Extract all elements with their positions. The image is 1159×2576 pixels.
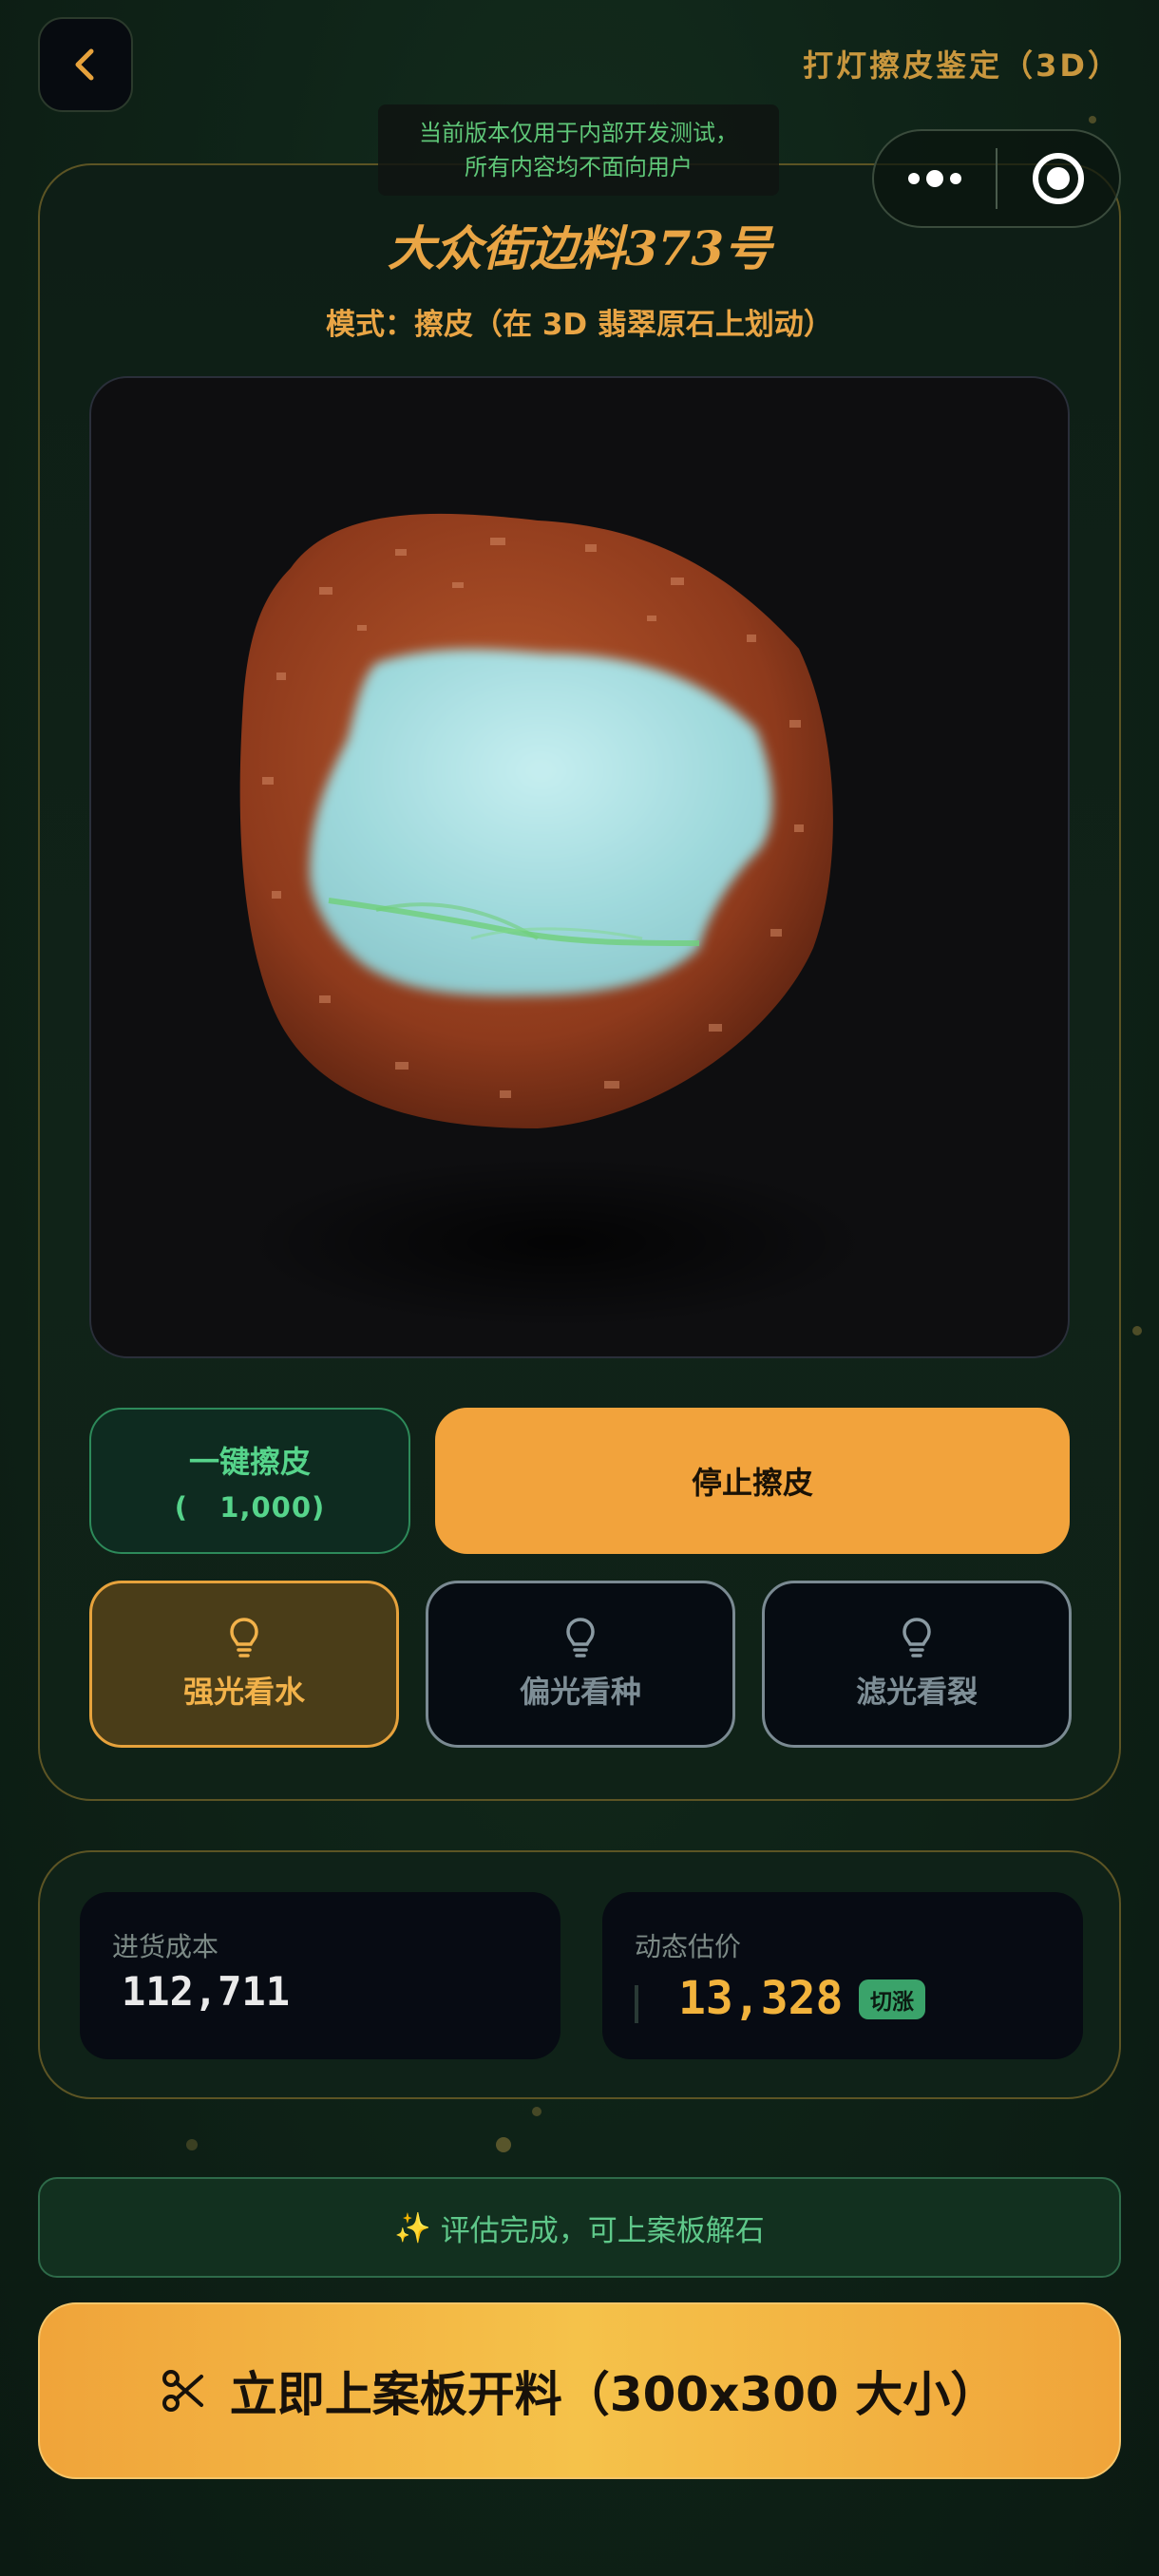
estimate-marker: [635, 1985, 638, 2023]
one-click-scrape-button[interactable]: 一键擦皮 ( 1,000): [89, 1408, 410, 1554]
stone-3d-viewport[interactable]: [89, 376, 1070, 1358]
cut-stone-button[interactable]: 立即上案板开料（300x300 大小）: [38, 2302, 1121, 2479]
ambient-dot: [1132, 1326, 1142, 1335]
dynamic-estimate-label: 动态估价: [635, 1931, 742, 1962]
sparkle-icon: ✨: [394, 2210, 431, 2245]
polarized-light-button[interactable]: 偏光看种: [426, 1581, 735, 1748]
ambient-dot: [496, 2137, 511, 2152]
chevron-left-icon: [75, 48, 94, 81]
stone-shadow: [243, 1157, 870, 1328]
ambient-dot: [1089, 116, 1096, 123]
status-message: 评估完成，可上案板解石: [440, 2213, 765, 2248]
polarized-light-label: 偏光看种: [519, 1674, 641, 1710]
cut-stone-label: 立即上案板开料（300x300 大小）: [229, 2367, 998, 2422]
purchase-cost-panel: 进货成本 112,711: [80, 1892, 560, 2059]
purchase-cost-label: 进货成本: [112, 1931, 219, 1962]
mode-description: 模式：擦皮（在 3D 翡翠原石上划动）: [326, 308, 833, 342]
bulb-icon: [230, 1618, 258, 1657]
purchase-cost-value: 112,711: [122, 1968, 291, 2015]
more-icon: [908, 170, 961, 187]
filter-light-button[interactable]: 滤光看裂: [762, 1581, 1072, 1748]
dev-notice-line-2: 所有内容均不面向用户: [465, 154, 693, 180]
dynamic-estimate-panel: 动态估价 13,328 切涨: [602, 1892, 1083, 2059]
dev-notice-line-1: 当前版本仅用于内部开发测试，: [419, 120, 738, 146]
one-click-scrape-label: 一键擦皮: [188, 1444, 311, 1480]
back-button[interactable]: [38, 17, 133, 112]
page-title: 打灯擦皮鉴定（3D）: [803, 47, 1121, 84]
bulb-icon: [902, 1618, 931, 1657]
ambient-dot: [186, 2139, 198, 2150]
filter-light-label: 滤光看裂: [855, 1674, 978, 1710]
jade-stone-render[interactable]: [91, 378, 1070, 1358]
scissors-icon: [162, 2369, 205, 2413]
stop-scrape-label: 停止擦皮: [691, 1465, 813, 1501]
ambient-dot: [532, 2107, 542, 2116]
stone-title: 大众街边料373号: [387, 220, 772, 276]
bulb-icon: [566, 1618, 595, 1657]
status-message-bar: ✨ 评估完成，可上案板解石: [38, 2177, 1121, 2278]
target-icon: [1032, 153, 1084, 204]
dynamic-estimate-value: 13,328: [678, 1972, 844, 2025]
estimate-status-badge: 切涨: [859, 1979, 925, 2019]
one-click-scrape-cost: ( 1,000): [174, 1491, 326, 1524]
dev-notice: 当前版本仅用于内部开发测试， 所有内容均不面向用户: [378, 104, 779, 196]
strong-light-button[interactable]: 强光看水: [89, 1581, 399, 1748]
strong-light-label: 强光看水: [182, 1674, 305, 1710]
stop-scrape-button[interactable]: 停止擦皮: [435, 1408, 1070, 1554]
